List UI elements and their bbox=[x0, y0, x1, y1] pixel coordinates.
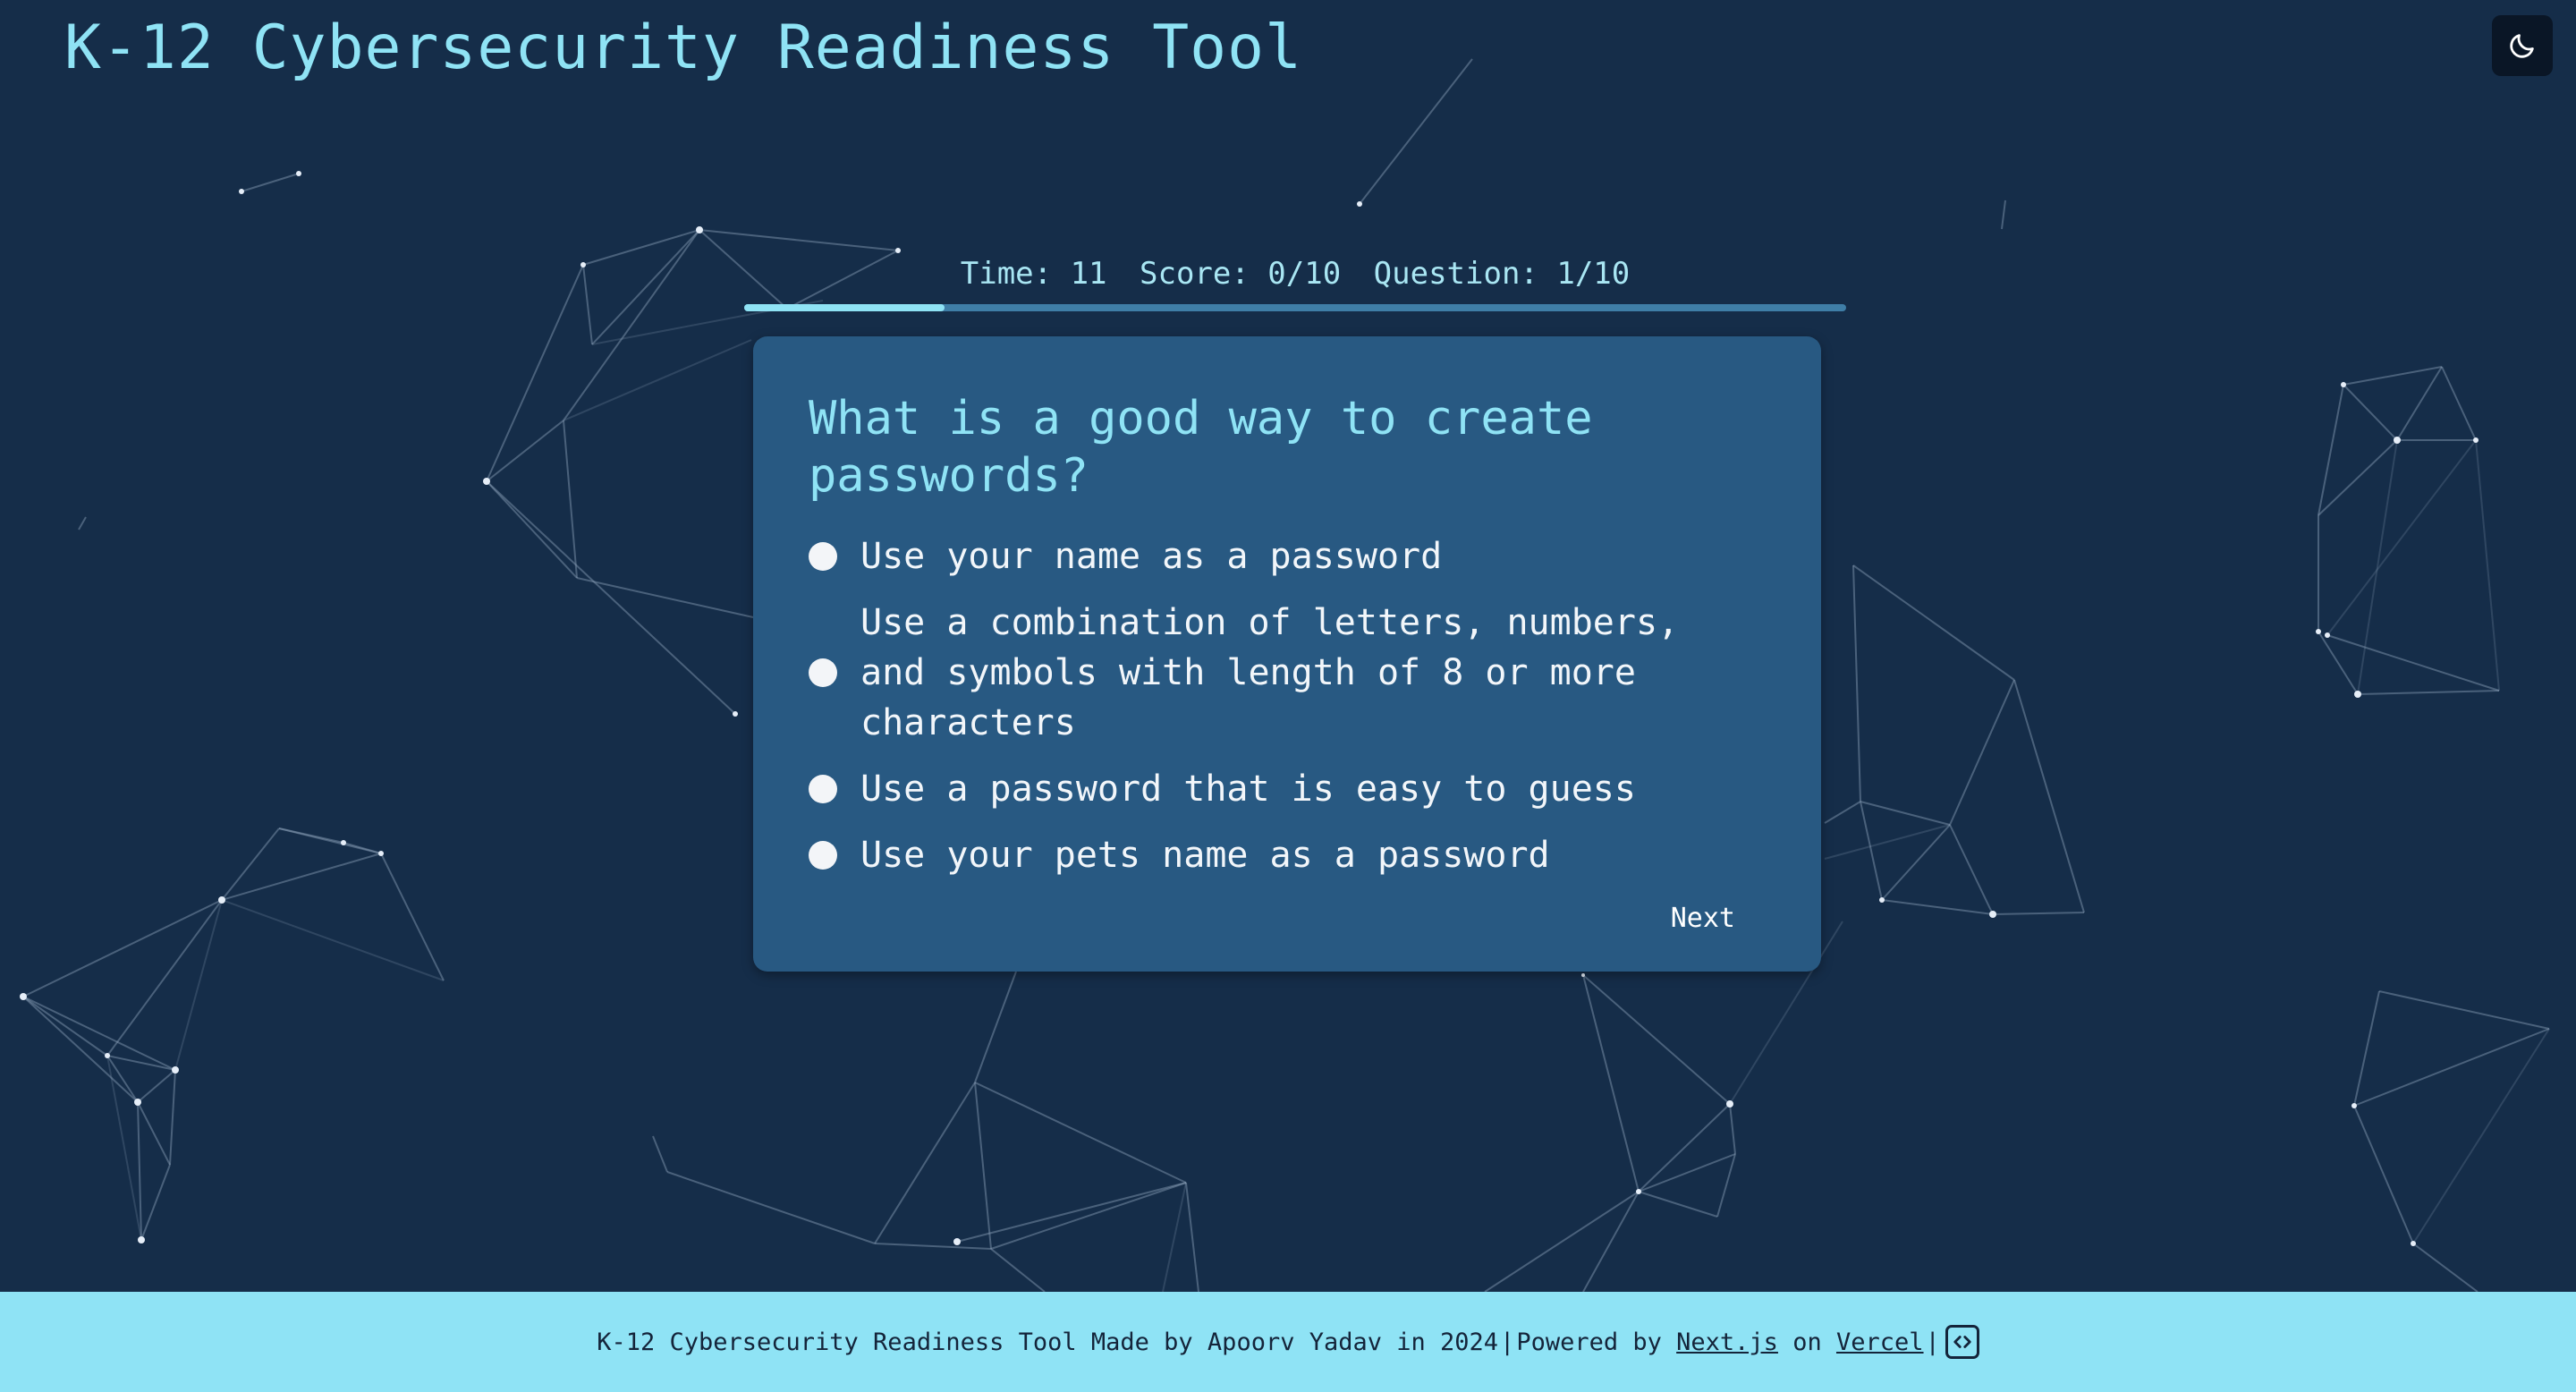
answer-option-label: Use your name as a password bbox=[860, 536, 1443, 577]
moon-icon bbox=[2510, 34, 2534, 58]
progress-bar-fill bbox=[744, 304, 945, 311]
answer-option-label: Use your pets name as a password bbox=[860, 835, 1550, 876]
footer-powered-by: Powered by bbox=[1516, 1328, 1662, 1356]
nextjs-link[interactable]: Next.js bbox=[1676, 1328, 1778, 1356]
app-title: K-12 Cybersecurity Readiness Tool bbox=[64, 13, 1303, 83]
vercel-link[interactable]: Vercel bbox=[1836, 1328, 1924, 1356]
answer-option-label: Use a password that is easy to guess bbox=[860, 768, 1636, 810]
footer-on-text: on bbox=[1792, 1328, 1822, 1356]
answer-option-2[interactable]: Use a combination of letters, numbers, a… bbox=[809, 598, 1766, 748]
answer-option-1[interactable]: Use your name as a password bbox=[809, 531, 1766, 581]
code-icon[interactable] bbox=[1945, 1325, 1979, 1359]
answer-option-label: Use a combination of letters, numbers, a… bbox=[860, 602, 1680, 743]
footer-separator: | bbox=[1925, 1328, 1940, 1356]
footer: K-12 Cybersecurity Readiness Tool Made b… bbox=[0, 1292, 2576, 1392]
radio-button[interactable] bbox=[809, 841, 837, 870]
progress-bar bbox=[744, 304, 1846, 311]
answer-option-4[interactable]: Use your pets name as a password bbox=[809, 830, 1766, 880]
question-counter: Question: 1/10 bbox=[1373, 256, 1631, 292]
timer-text: Time: 11 bbox=[960, 256, 1107, 292]
quiz-card: What is a good way to create passwords? … bbox=[753, 336, 1821, 972]
radio-button[interactable] bbox=[809, 775, 837, 803]
next-button[interactable]: Next bbox=[1671, 903, 1735, 934]
page: K-12 Cybersecurity Readiness Tool Time: … bbox=[0, 0, 2576, 1392]
theme-toggle-button[interactable] bbox=[2492, 15, 2553, 76]
code-brackets-glyph bbox=[1953, 1336, 1971, 1348]
radio-button[interactable] bbox=[809, 658, 837, 687]
score-text: Score: 0/10 bbox=[1140, 256, 1342, 292]
footer-credit-text: K-12 Cybersecurity Readiness Tool Made b… bbox=[597, 1328, 1499, 1356]
quiz-status-bar: Time: 11 Score: 0/10 Question: 1/10 bbox=[744, 256, 1846, 292]
question-text: What is a good way to create passwords? bbox=[809, 392, 1593, 503]
answer-option-3[interactable]: Use a password that is easy to guess bbox=[809, 764, 1766, 814]
radio-button[interactable] bbox=[809, 542, 837, 571]
footer-separator: | bbox=[1500, 1328, 1515, 1356]
